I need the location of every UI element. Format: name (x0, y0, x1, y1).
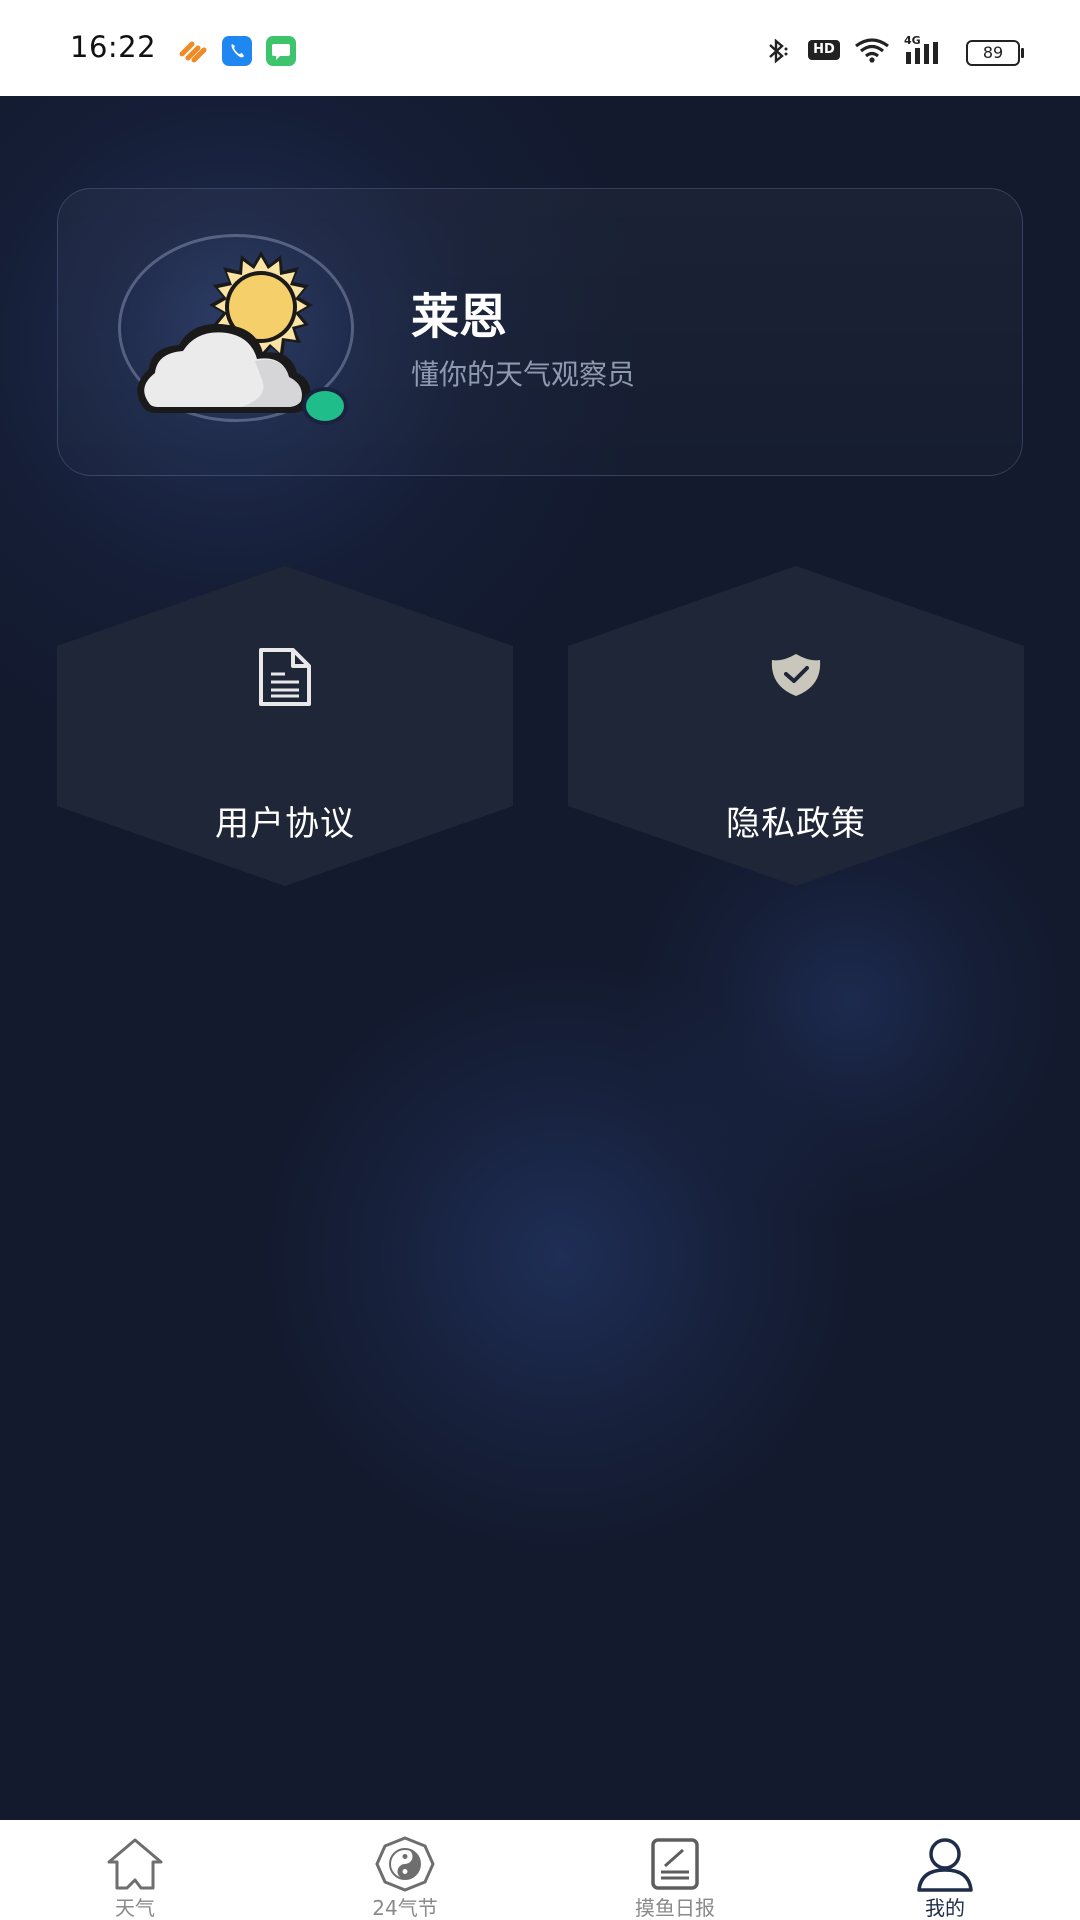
user-agreement-label: 用户协议 (215, 804, 355, 844)
nav-label-solar-terms: 24气节 (372, 1896, 438, 1920)
main-content: 莱恩 懂你的天气观察员 用户协议 隐私政策 (0, 96, 1080, 1820)
privacy-policy-tile[interactable]: 隐私政策 (568, 566, 1024, 886)
user-agreement-tile[interactable]: 用户协议 (57, 566, 513, 886)
nav-label-mine: 我的 (925, 1896, 965, 1920)
phone-app-icon (222, 36, 252, 66)
profile-name: 莱恩 (411, 289, 508, 345)
hd-icon: HD (808, 40, 840, 60)
privacy-policy-label: 隐私政策 (726, 804, 866, 844)
nav-tab-mine[interactable]: 我的 (855, 1820, 1035, 1920)
nav-label-daily-report: 摸鱼日报 (635, 1896, 715, 1920)
bluetooth-icon (769, 38, 788, 64)
nav-label-weather: 天气 (115, 1896, 155, 1920)
battery-icon: 89 (966, 40, 1024, 66)
messages-app-icon (266, 36, 296, 66)
profile-card[interactable]: 莱恩 懂你的天气观察员 (57, 188, 1023, 476)
nav-tab-daily-report[interactable]: 摸鱼日报 (585, 1820, 765, 1920)
notepad-icon (651, 1838, 699, 1890)
online-status-dot (302, 387, 348, 425)
profile-subtitle: 懂你的天气观察员 (411, 358, 636, 391)
yin-yang-icon (375, 1836, 435, 1892)
shield-check-icon (771, 654, 821, 696)
system-status-icons: HD 4G 89 (760, 0, 1080, 96)
nav-tab-solar-terms[interactable]: 24气节 (315, 1820, 495, 1920)
home-icon (107, 1838, 163, 1890)
link-app-icon (178, 36, 208, 66)
person-icon (917, 1838, 973, 1892)
nav-tab-weather[interactable]: 天气 (45, 1820, 225, 1920)
bottom-nav: 天气 24气节 摸鱼日报 我的 (0, 1820, 1080, 1920)
wifi-icon (855, 38, 889, 63)
document-icon (259, 648, 311, 706)
signal-4g-icon (906, 42, 938, 64)
status-time: 16:22 (70, 30, 157, 64)
status-bar: 16:22 HD 4G 89 (0, 0, 1080, 96)
